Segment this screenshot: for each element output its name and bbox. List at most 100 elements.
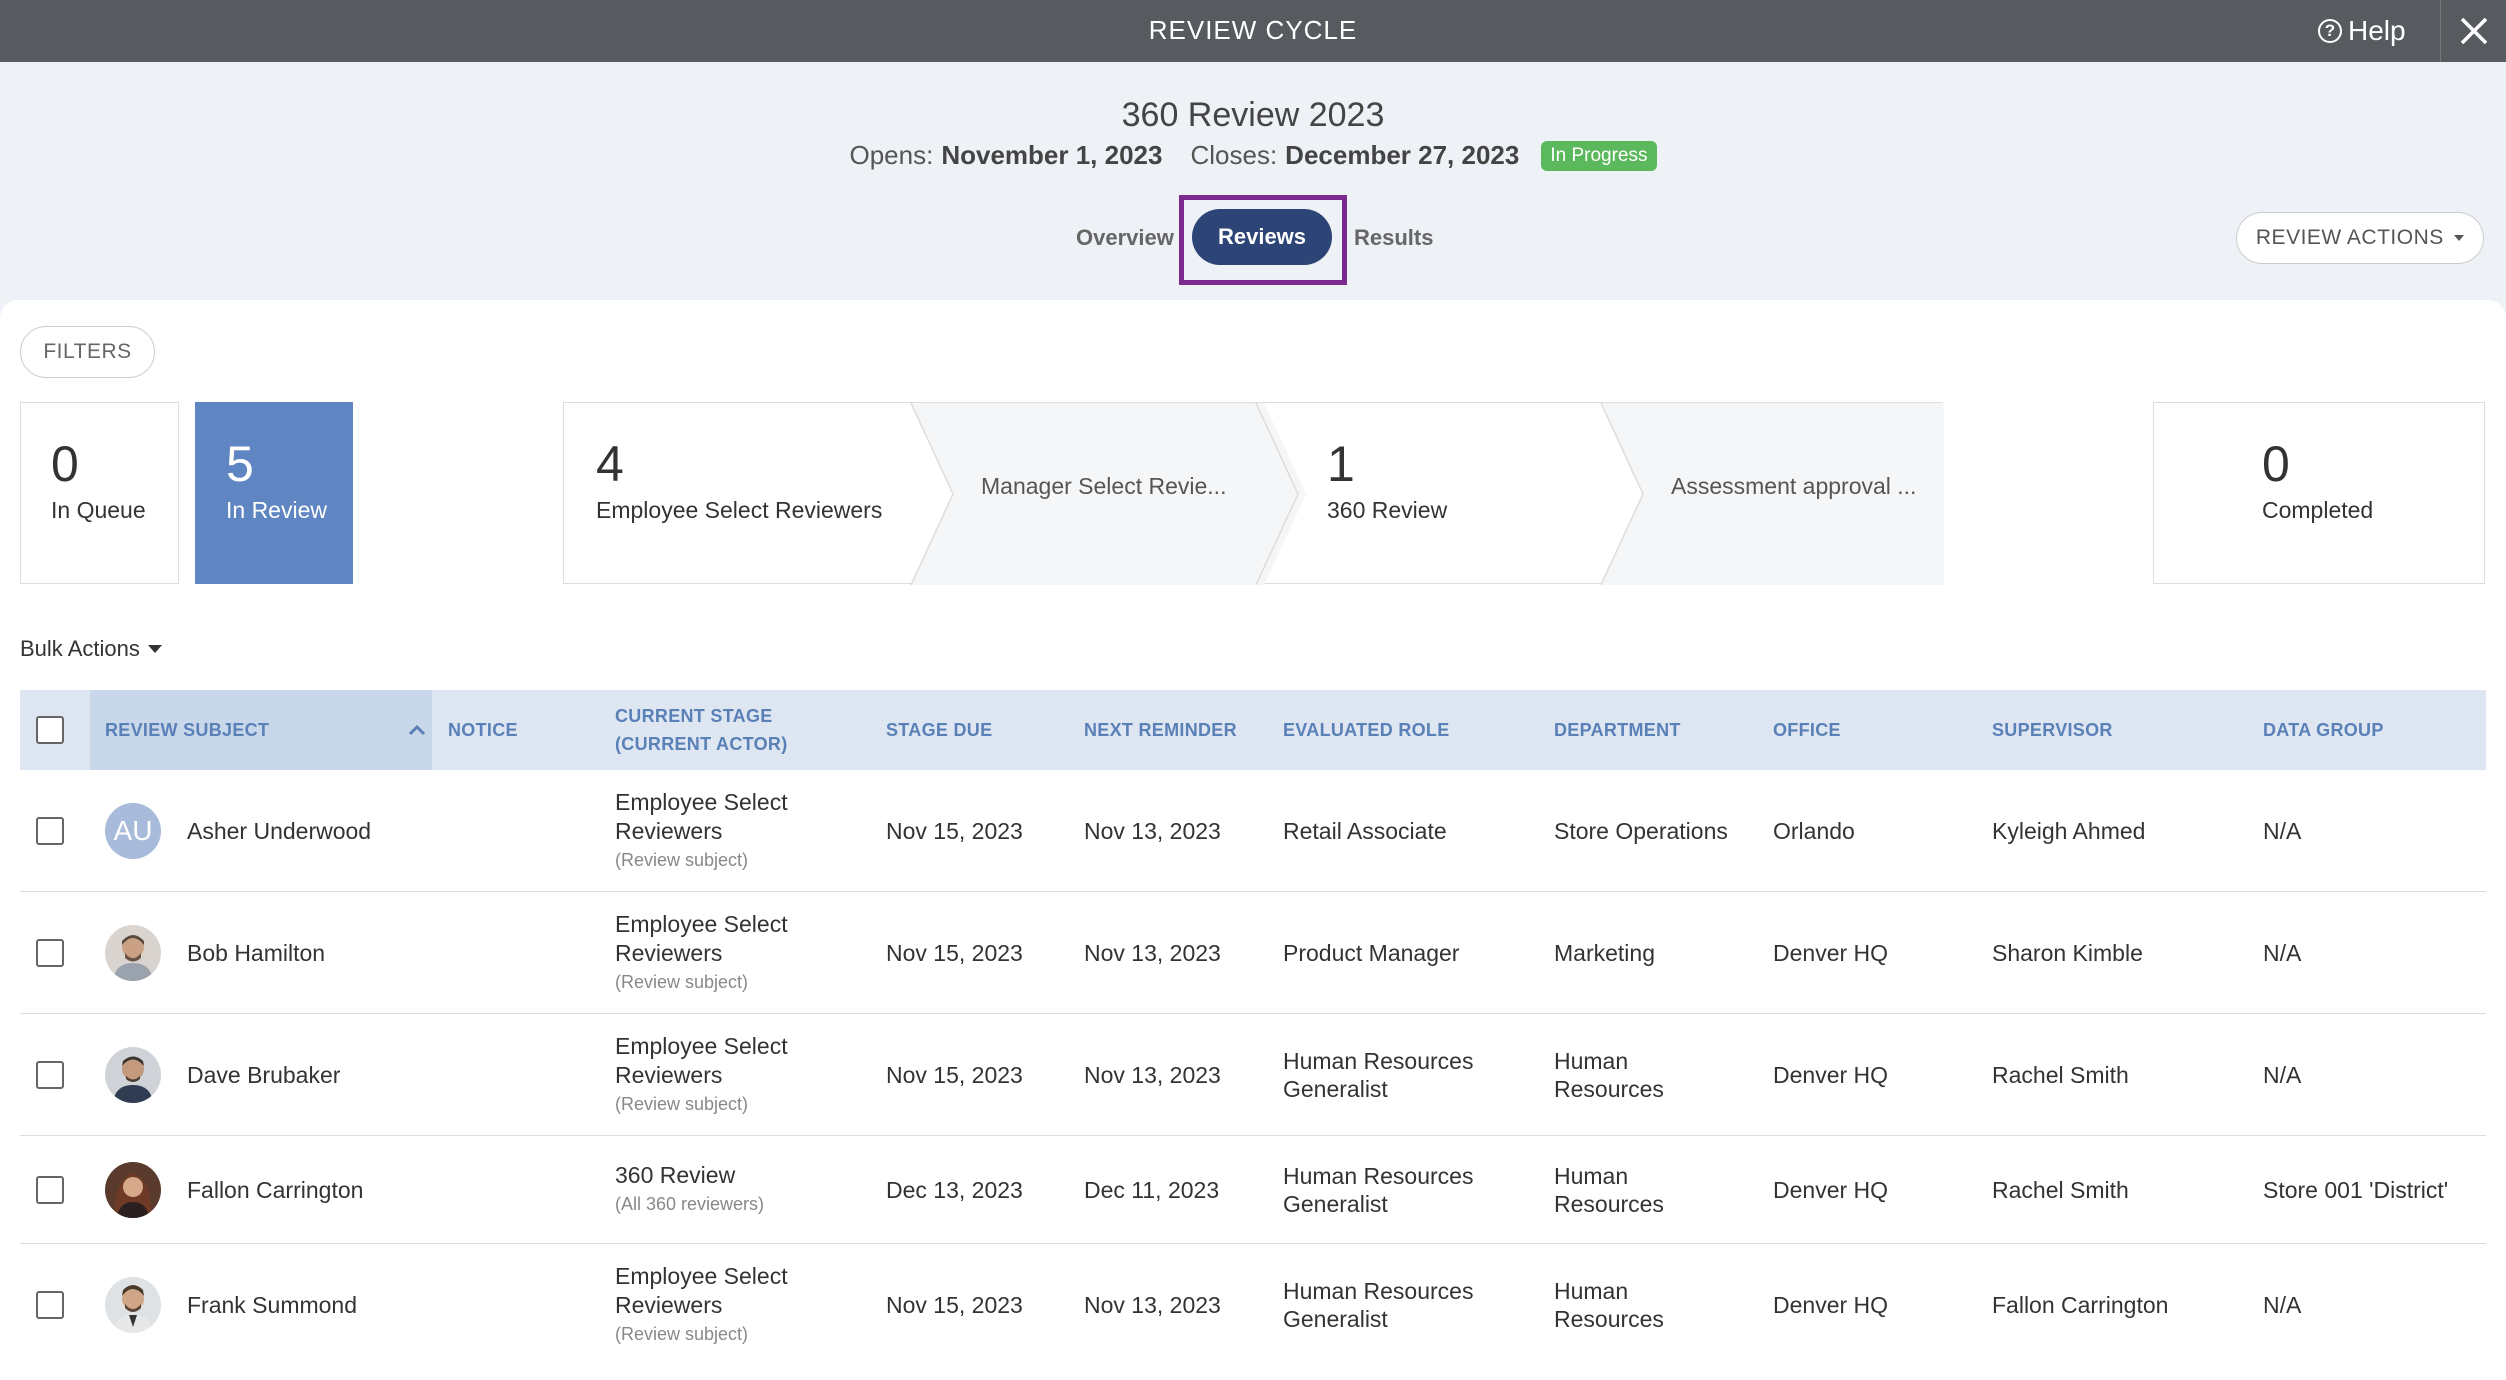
row-checkbox[interactable]: [36, 816, 64, 845]
subject-name[interactable]: Frank Summond: [187, 1291, 357, 1319]
supervisor-cell: Rachel Smith: [1992, 1061, 2129, 1088]
current-stage-cell: Employee Select Reviewers (Review subjec…: [615, 770, 788, 891]
department-line: Resources: [1554, 1306, 1664, 1332]
close-icon: [2460, 17, 2487, 45]
office-cell: Orlando: [1773, 817, 1855, 844]
subject-name[interactable]: Fallon Carrington: [187, 1176, 363, 1204]
next-reminder-cell: Nov 13, 2023: [1084, 939, 1221, 966]
pipeline-label: Assessment approval ...: [1671, 473, 1917, 499]
stage-name-cont: Reviewers: [615, 1061, 723, 1088]
column-next-reminder[interactable]: NEXT REMINDER: [1084, 690, 1237, 770]
current-stage-cell: Employee Select Reviewers (Review subjec…: [615, 1014, 788, 1135]
stat-count: 0: [2262, 436, 2290, 492]
column-supervisor[interactable]: SUPERVISOR: [1992, 690, 2113, 770]
stage-name: Employee Select: [615, 1263, 788, 1289]
review-subject-cell[interactable]: Frank Summond: [105, 1244, 357, 1366]
role-line: Product Manager: [1283, 939, 1460, 966]
table-row[interactable]: Bob Hamilton Employee Select Reviewers (…: [20, 892, 2486, 1014]
window-title: REVIEW CYCLE: [1148, 15, 1358, 45]
help-label: Help: [2348, 15, 2406, 46]
stage-name-cont: Reviewers: [615, 939, 723, 966]
stat-count: 0: [51, 436, 79, 492]
row-checkbox-cell: [36, 892, 64, 1013]
department-cell: Human Resources: [1554, 1014, 1664, 1135]
column-data-group[interactable]: DATA GROUP: [2263, 690, 2384, 770]
table-row[interactable]: Frank Summond Employee Select Reviewers …: [20, 1244, 2486, 1366]
pipeline-label: Employee Select Reviewers: [596, 497, 883, 523]
review-subject-cell[interactable]: Bob Hamilton: [105, 892, 325, 1013]
row-checkbox[interactable]: [36, 1291, 64, 1319]
stat-count: 5: [226, 436, 254, 492]
evaluated-role-cell: Human Resources Generalist: [1283, 1244, 1473, 1366]
stage-name: 360 Review: [615, 1162, 736, 1188]
column-review-subject[interactable]: REVIEW SUBJECT: [90, 690, 432, 770]
role-line: Generalist: [1283, 1306, 1388, 1332]
row-checkbox[interactable]: [36, 1060, 64, 1089]
role-line: Human Resources: [1283, 1162, 1474, 1189]
stage-name-cont: Reviewers: [615, 817, 723, 844]
column-label: CURRENT STAGE: [615, 706, 773, 726]
column-current-stage[interactable]: CURRENT STAGE (CURRENT ACTOR): [615, 690, 788, 770]
review-actions-label: REVIEW ACTIONS: [2255, 226, 2444, 249]
subject-name[interactable]: Asher Underwood: [187, 817, 371, 845]
tab-results[interactable]: Results: [1354, 225, 1433, 251]
stage-due-cell: Nov 15, 2023: [886, 1292, 1023, 1318]
stage-actor: (Review subject): [615, 971, 749, 992]
tab-reviews[interactable]: Reviews: [1192, 209, 1332, 265]
stat-completed[interactable]: 0 Completed: [2153, 402, 2485, 584]
pipeline-label: Manager Select Revie...: [981, 473, 1227, 499]
role-line: Retail Associate: [1283, 817, 1447, 844]
office-cell: Denver HQ: [1773, 1061, 1889, 1088]
data-group-cell: Store 001 'District': [2263, 1176, 2449, 1203]
next-reminder-cell: Dec 11, 2023: [1084, 1176, 1220, 1203]
subject-name[interactable]: Dave Brubaker: [187, 1061, 340, 1089]
select-all-checkbox[interactable]: [36, 716, 64, 744]
stat-in-review[interactable]: 5 In Review: [195, 402, 353, 584]
close-button[interactable]: [2440, 0, 2506, 62]
sort-ascending-icon: [408, 724, 426, 736]
column-notice[interactable]: NOTICE: [448, 690, 518, 770]
select-all-checkbox-cell: [36, 690, 64, 770]
bulk-actions-label: Bulk Actions: [20, 636, 140, 661]
stage-pipeline: 4 Employee Select Reviewers Manager Sele…: [563, 402, 1944, 585]
column-office[interactable]: OFFICE: [1773, 690, 1841, 770]
supervisor-cell: Fallon Carrington: [1992, 1292, 2169, 1318]
row-checkbox[interactable]: [36, 1175, 64, 1204]
department-line: Marketing: [1554, 939, 1655, 966]
table-row[interactable]: Dave Brubaker Employee Select Reviewers …: [20, 1014, 2486, 1136]
next-reminder-cell: Nov 13, 2023: [1084, 1061, 1221, 1088]
table-row[interactable]: Fallon Carrington 360 Review (All 360 re…: [20, 1136, 2486, 1244]
question-circle-icon: ?: [2318, 19, 2342, 43]
column-stage-due[interactable]: STAGE DUE: [886, 690, 992, 770]
filters-button[interactable]: FILTERS: [20, 326, 155, 378]
department-cell: Human Resources: [1554, 1136, 1664, 1243]
help-button[interactable]: ? Help: [2318, 0, 2406, 62]
current-stage-cell: Employee Select Reviewers (Review subjec…: [615, 1244, 788, 1366]
table-header: REVIEW SUBJECT NOTICE CURRENT STAGE (CUR…: [20, 690, 2486, 770]
review-subject-cell[interactable]: Fallon Carrington: [105, 1136, 363, 1243]
row-checkbox-cell: [36, 1136, 64, 1243]
department-cell: Marketing: [1554, 892, 1655, 1013]
department-line: Resources: [1554, 1190, 1664, 1217]
row-checkbox[interactable]: [36, 938, 64, 967]
subject-name[interactable]: Bob Hamilton: [187, 939, 325, 967]
stage-name: Employee Select: [615, 1032, 788, 1059]
tab-overview[interactable]: Overview: [1076, 225, 1174, 251]
review-actions-button[interactable]: REVIEW ACTIONS: [2236, 212, 2484, 264]
stat-in-queue[interactable]: 0 In Queue: [20, 402, 179, 584]
chevron-down-icon: [147, 645, 162, 653]
review-subject-cell[interactable]: AU Asher Underwood: [105, 770, 371, 891]
column-evaluated-role[interactable]: EVALUATED ROLE: [1283, 690, 1450, 770]
bulk-actions-dropdown[interactable]: Bulk Actions: [20, 636, 162, 662]
stage-actor: (All 360 reviewers): [615, 1194, 765, 1214]
status-badge: In Progress: [1541, 140, 1657, 171]
row-checkbox-cell: [36, 1244, 64, 1366]
supervisor-cell: Kyleigh Ahmed: [1992, 817, 2146, 844]
column-department[interactable]: DEPARTMENT: [1554, 690, 1681, 770]
table-row[interactable]: AU Asher Underwood Employee Select Revie…: [20, 770, 2486, 892]
office-cell: Denver HQ: [1773, 1176, 1889, 1203]
review-subject-cell[interactable]: Dave Brubaker: [105, 1014, 340, 1135]
reviews-table: REVIEW SUBJECT NOTICE CURRENT STAGE (CUR…: [20, 690, 2486, 1366]
office-cell: Denver HQ: [1773, 939, 1889, 966]
pipeline-count: 4: [596, 436, 624, 492]
